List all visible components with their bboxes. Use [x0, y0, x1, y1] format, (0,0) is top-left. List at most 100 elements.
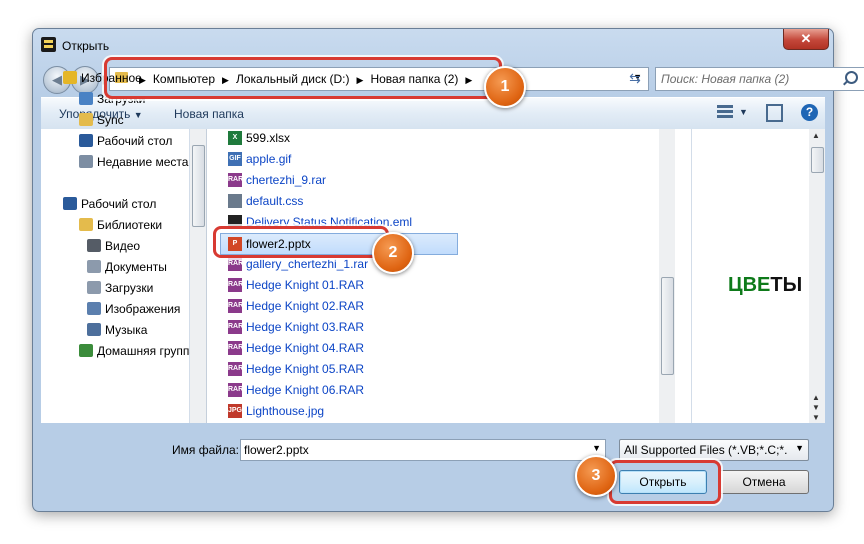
file-name: apple.gif [246, 152, 292, 166]
file-type-select[interactable]: All Supported Files (*.VB;*.C;*.C ▼ [619, 439, 809, 461]
preview-content: ЦВЕТЫ [728, 274, 802, 297]
desktop-icon [63, 197, 77, 210]
search-input[interactable]: Поиск: Новая папка (2) [655, 67, 864, 91]
chevron-down-icon: ▼ [795, 443, 804, 453]
documents-library-icon [87, 260, 101, 273]
file-name: chertezhi_9.rar [246, 173, 327, 187]
rar-archive-icon: RAR [228, 299, 243, 313]
help-icon[interactable]: ? [801, 104, 818, 121]
file-name: Hedge Knight 04.RAR [246, 341, 365, 355]
file-list-item[interactable]: RAR Hedge Knight 02.RAR [221, 296, 457, 316]
search-placeholder: Поиск: Новая папка (2) [661, 72, 790, 86]
navigation-pane: Избранное Загрузки Sync Рабочий стол Недавни… [41, 71, 196, 423]
file-name: flower2.pptx [246, 237, 311, 251]
file-list-item[interactable]: RAR gallery_chertezhi_1.rar [221, 254, 457, 274]
file-list-item[interactable]: RAR Hedge Knight 03.RAR [221, 317, 457, 337]
nav-item-label: Изображения [105, 302, 181, 316]
address-row: ◀ ▶ ▶ Компьютер ▶ Локальный диск (D:) ▶ Новая… [43, 65, 864, 94]
nav-item-label: Домашняя группа [97, 344, 197, 358]
scroll-down-icon[interactable]: ▼ [812, 403, 820, 412]
powerpoint-file-icon: P [228, 237, 242, 251]
scroll-up-icon[interactable]: ▲ [812, 131, 820, 140]
nav-item-label: Рабочий стол [97, 134, 173, 148]
file-list-item[interactable]: RAR Hedge Knight 01.RAR [221, 275, 457, 295]
new-folder-button[interactable]: Новая папка [174, 107, 244, 121]
nav-item-label: Документы [105, 260, 167, 274]
preview-scrollbar[interactable]: ▲ ▲ ▼ ▼ [809, 129, 825, 423]
file-name: Delivery Status Notification.eml [246, 215, 413, 229]
file-list-item[interactable]: JPG Lighthouse.jpg [221, 401, 457, 421]
content-area: Избранное Загрузки Sync Рабочий стол Недавни… [41, 71, 825, 423]
scrollbar-thumb[interactable] [192, 145, 205, 227]
view-list-icon[interactable] [717, 105, 733, 119]
step-badge-2: 2 [372, 232, 414, 274]
close-button[interactable]: ✕ [783, 29, 829, 50]
scrollbar-thumb[interactable] [661, 277, 674, 375]
breadcrumb-item[interactable]: Локальный диск (D:) [236, 72, 350, 86]
file-name: Hedge Knight 02.RAR [246, 299, 365, 313]
nav-item-label: Библиотеки [97, 218, 163, 232]
css-file-icon [228, 194, 242, 208]
nav-item-label: Избранное [81, 71, 142, 85]
file-name: Hedge Knight 03.RAR [246, 320, 365, 334]
folder-icon [79, 113, 93, 126]
scrollbar-thumb[interactable] [811, 147, 824, 173]
cancel-button[interactable]: Отмена [719, 470, 809, 494]
file-list-item[interactable]: RAR Hedge Knight 05.RAR [221, 359, 457, 379]
chevron-down-icon[interactable]: ▼ [592, 443, 601, 453]
file-list-item[interactable]: RAR Hedge Knight 04.RAR [221, 338, 457, 358]
file-name: Lighthouse.jpg [246, 404, 325, 418]
step-badge-3: 3 [575, 455, 617, 497]
file-list-item[interactable]: Pflower2.pptx [220, 233, 458, 255]
chevron-right-icon[interactable]: ▶ [465, 75, 472, 86]
file-list-item[interactable]: Delivery Status Notification.eml [221, 212, 457, 232]
file-name: Hedge Knight 01.RAR [246, 278, 365, 292]
breadcrumb-item[interactable]: Новая папка (2) [370, 72, 458, 86]
nav-scrollbar[interactable] [190, 129, 207, 423]
jpg-file-icon: JPG [228, 404, 242, 418]
refresh-icon[interactable]: ⇆ [623, 67, 647, 91]
rar-archive-icon: RAR [228, 173, 243, 187]
filename-input[interactable]: flower2.pptx ▼ [240, 439, 606, 461]
music-library-icon [87, 323, 101, 336]
file-list-item[interactable]: GIF apple.gif [221, 149, 457, 169]
scroll-up-icon[interactable]: ▲ [812, 393, 820, 402]
file-type-value: All Supported Files (*.VB;*.C;*.C [624, 443, 788, 457]
chevron-down-icon[interactable]: ▼ [739, 107, 748, 117]
scroll-down-icon[interactable]: ▼ [812, 413, 820, 422]
file-name: default.css [246, 194, 304, 208]
open-button[interactable]: Открыть [619, 470, 707, 494]
homegroup-icon [79, 344, 93, 357]
downloads-folder-icon [79, 92, 93, 105]
window-title: Открыть [62, 39, 110, 53]
video-library-icon [87, 239, 101, 252]
chevron-right-icon[interactable]: ▶ [357, 75, 364, 86]
toolbar: Упорядочить ▼ Новая папка ▼ ? [41, 97, 825, 130]
search-icon [845, 71, 858, 84]
file-name: Hedge Knight 06.RAR [246, 383, 365, 397]
gif-file-icon: GIF [228, 152, 242, 166]
file-list-item[interactable]: RAR chertezhi_9.rar [221, 170, 457, 190]
chevron-right-icon[interactable]: ▶ [222, 75, 229, 86]
preview-pane-icon[interactable] [766, 104, 783, 122]
nav-item-label: Видео [105, 239, 141, 253]
breadcrumb-item[interactable]: Компьютер [153, 72, 215, 86]
preview-word-part: ЦВЕ [728, 274, 771, 296]
nav-item-label: Sync [97, 113, 124, 127]
recent-places-icon [79, 155, 93, 168]
file-name: gallery_chertezhi_1.rar [246, 257, 369, 271]
preview-word-part: ТЫ [770, 274, 803, 296]
open-file-dialog: Открыть ✕ ◀ ▶ ▶ Компьютер ▶ Локальный диск … [32, 28, 864, 512]
file-list-item[interactable]: RAR Hedge Knight 06.RAR [221, 380, 457, 400]
file-list-item[interactable]: default.css [221, 191, 457, 211]
filename-value: flower2.pptx [244, 443, 309, 457]
rar-archive-icon: RAR [228, 362, 243, 376]
file-list: X 599.xlsx GIF apple.gif RAR chertezhi_9.rar d… [220, 128, 659, 423]
file-list-scrollbar[interactable] [659, 129, 675, 423]
nav-item-label: Музыка [105, 323, 148, 337]
excel-file-icon: X [228, 131, 242, 145]
address-bar[interactable]: ▶ Компьютер ▶ Локальный диск (D:) ▶ Новая пап… [109, 67, 649, 91]
nav-item-label: Недавние места [97, 155, 189, 169]
file-list-item[interactable]: X 599.xlsx [221, 128, 457, 148]
chevron-down-icon: ▼ [133, 110, 143, 120]
